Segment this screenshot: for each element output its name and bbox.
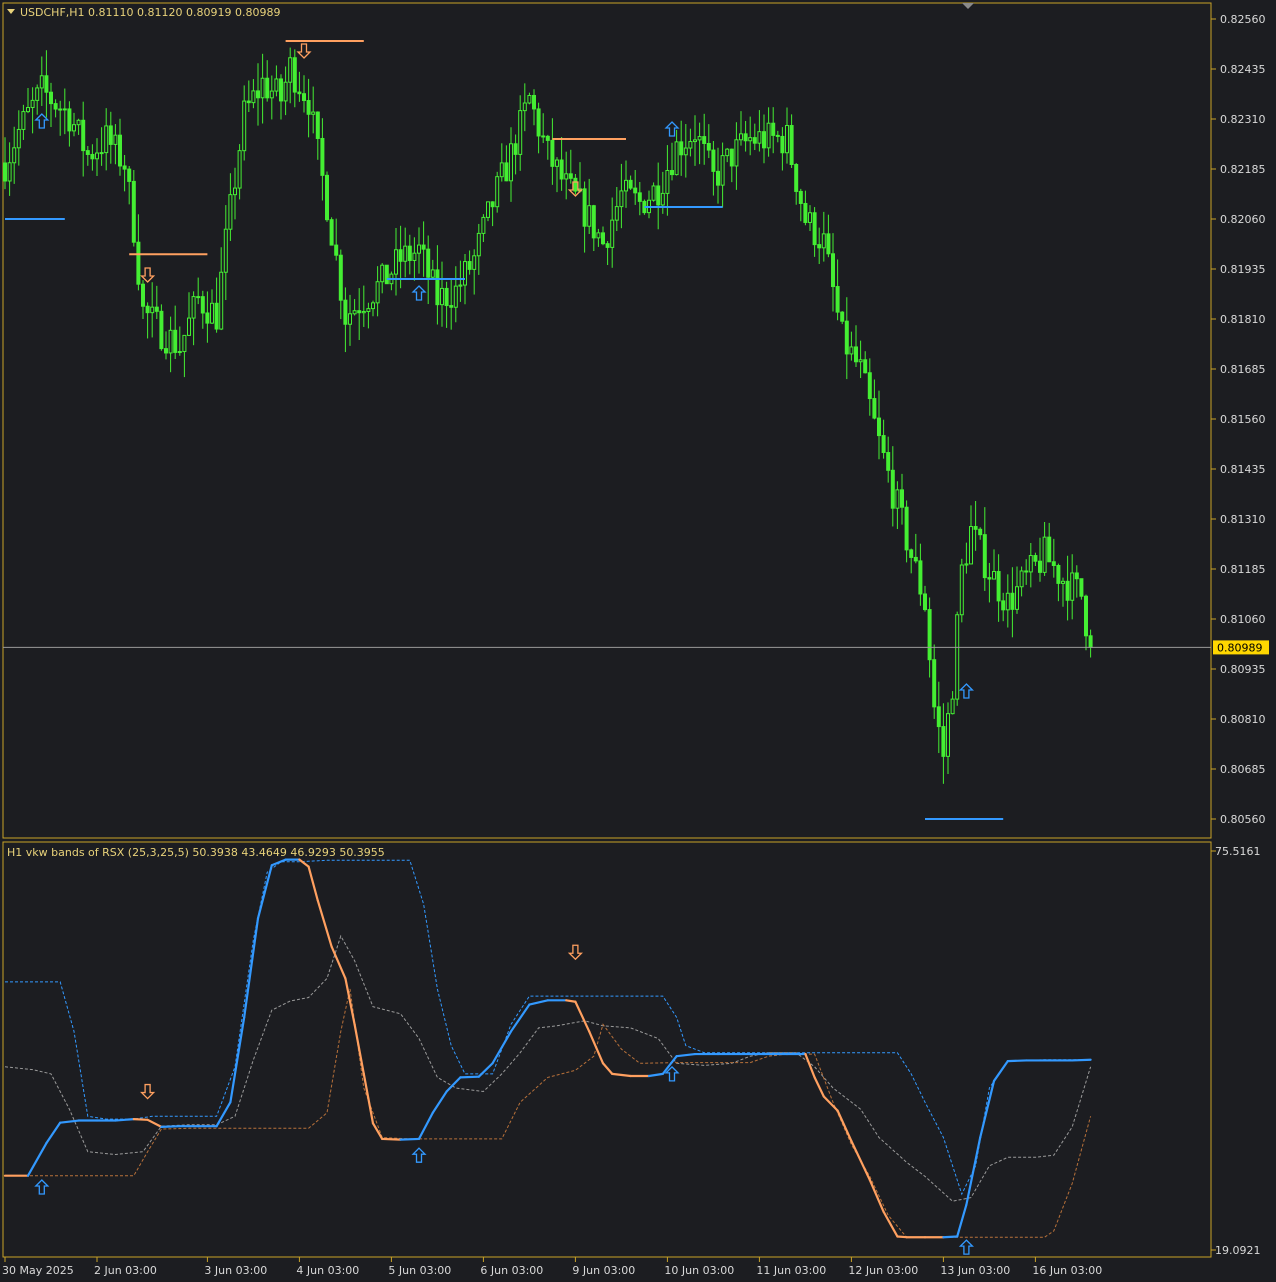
rsx-segment: [381, 1137, 402, 1141]
rsx-segment: [132, 1118, 149, 1121]
symbol-header: USDCHF,H1 0.81110 0.81120 0.80919 0.8098…: [20, 6, 281, 19]
price-tick-label: 0.81685: [1220, 363, 1266, 376]
price-tick-label: 0.82310: [1220, 113, 1266, 126]
time-tick-label: 4 Jun 03:00: [296, 1264, 359, 1277]
rsx-segment: [565, 999, 577, 1003]
time-tick-label: 6 Jun 03:00: [480, 1264, 543, 1277]
chart-canvas[interactable]: 0.82560 0.82435 0.82310 0.82185 0.82060 0.819…: [0, 0, 1276, 1282]
price-tick-label: 0.81560: [1220, 413, 1266, 426]
rsx-segment: [160, 1125, 181, 1129]
price-tick-label: 0.80560: [1220, 813, 1266, 826]
time-tick-label: 16 Jun 03:00: [1032, 1264, 1102, 1277]
price-tick-label: 0.82560: [1220, 13, 1266, 26]
time-tick-label: 3 Jun 03:00: [204, 1264, 267, 1277]
price-tick-label: 0.82060: [1220, 213, 1266, 226]
candle: [325, 171, 329, 222]
time-tick-label: 2 Jun 03:00: [94, 1264, 157, 1277]
time-tick-label: 5 Jun 03:00: [388, 1264, 451, 1277]
candle: [159, 304, 164, 351]
price-tick-label: 0.82185: [1220, 163, 1266, 176]
price-tick-label: 0.80685: [1220, 763, 1266, 776]
candle: [959, 558, 964, 623]
rsx-tick-label: 19.0921: [1215, 1244, 1261, 1257]
indicator-header: H1 vkw bands of RSX (25,3,25,5) 50.3938 …: [7, 846, 385, 859]
price-tick-label: 0.81310: [1220, 513, 1266, 526]
trading-terminal: 0.82560 0.82435 0.82310 0.82185 0.82060 0.819…: [0, 0, 1276, 1282]
price-tick-label: 0.81935: [1220, 263, 1266, 276]
time-tick-label: 30 May 2025: [2, 1264, 74, 1277]
candle: [495, 171, 500, 213]
rsx-segment: [114, 1118, 135, 1122]
time-tick-label: 13 Jun 03:00: [940, 1264, 1010, 1277]
time-tick-label: 10 Jun 03:00: [664, 1264, 734, 1277]
rsx-tick-label: 75.5161: [1215, 845, 1261, 858]
price-tick-label: 0.81435: [1220, 463, 1266, 476]
price-tick-label: 0.81185: [1220, 563, 1266, 576]
time-tick-label: 11 Jun 03:00: [756, 1264, 826, 1277]
rsx-segment: [399, 1137, 421, 1141]
candle: [131, 170, 136, 247]
candle: [1079, 578, 1084, 600]
rsx-segment: [1071, 1058, 1092, 1062]
rsx-segment: [459, 1075, 480, 1079]
candle: [955, 611, 960, 706]
candle: [384, 264, 389, 285]
rsx-segment: [1006, 1059, 1028, 1063]
candle: [329, 217, 334, 246]
price-tick-label: 0.80935: [1220, 663, 1266, 676]
current-price-label: 0.80989: [1217, 641, 1263, 654]
rsx-segment: [942, 1235, 959, 1239]
rsx-segment: [896, 1235, 908, 1239]
price-tick-label: 0.80810: [1220, 713, 1266, 726]
time-tick-label: 9 Jun 03:00: [572, 1264, 635, 1277]
time-tick-label: 12 Jun 03:00: [848, 1264, 918, 1277]
price-tick-label: 0.82435: [1220, 63, 1266, 76]
current-price-tag: 0.80989: [1213, 640, 1269, 655]
price-tick-label: 0.81810: [1220, 313, 1266, 326]
price-tick-label: 0.81060: [1220, 613, 1266, 626]
